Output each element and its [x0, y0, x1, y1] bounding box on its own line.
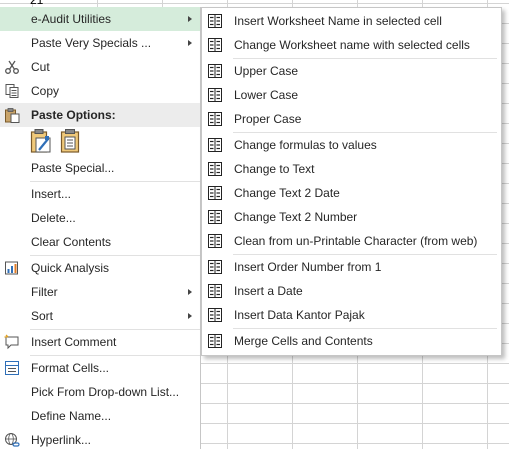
submenu-item-merge-cells-and-contents[interactable]: Merge Cells and Contents [202, 329, 501, 353]
menu-item-label: Filter [31, 285, 58, 299]
chevron-right-icon [188, 16, 192, 22]
submenu-item-label: Change formulas to values [234, 138, 377, 152]
submenu-item-change-formulas-to-values[interactable]: Change formulas to values [202, 133, 501, 157]
menu-item-label: Cut [31, 60, 50, 74]
menu-item-label: Quick Analysis [31, 261, 110, 275]
menu-item-label: Insert... [31, 187, 72, 201]
menu-item-copy[interactable]: Copy [0, 79, 200, 103]
submenu-item-label: Change Worksheet name with selected cell… [234, 38, 470, 52]
submenu-item-label: Change to Text [234, 162, 315, 176]
submenu-item-label: Change Text 2 Date [234, 186, 340, 200]
submenu-item-insert-worksheet-name-in-selected-cell[interactable]: Insert Worksheet Name in selected cell [202, 9, 501, 33]
menu-item-label: Paste Options: [31, 108, 116, 122]
macro-grid-icon [208, 112, 222, 126]
copy-icon [5, 84, 19, 98]
macro-grid-icon [208, 162, 222, 176]
clipboard-icon [5, 108, 20, 123]
menu-item-label: Paste Very Specials ... [31, 36, 152, 50]
submenu-item-label: Insert a Date [234, 284, 303, 298]
submenu-item-label: Change Text 2 Number [234, 210, 358, 224]
menu-item-e-audit-utilities[interactable]: e-Audit Utilities [0, 7, 200, 31]
menu-item-pick-from-dropdown[interactable]: Pick From Drop-down List... [0, 380, 200, 404]
macro-grid-icon [208, 260, 222, 274]
submenu-item-label: Lower Case [234, 88, 299, 102]
submenu-item-label: Insert Order Number from 1 [234, 260, 382, 274]
submenu-separator [233, 58, 497, 59]
menu-item-label: Delete... [31, 211, 76, 225]
chevron-right-icon [188, 313, 192, 319]
menu-item-format-cells[interactable]: Format Cells... [0, 356, 200, 380]
menu-item-paste-very-specials[interactable]: Paste Very Specials ... [0, 31, 200, 55]
menu-item-cut[interactable]: Cut [0, 55, 200, 79]
macro-grid-icon [208, 308, 222, 322]
submenu-item-change-worksheet-name-with-selected-cells[interactable]: Change Worksheet name with selected cell… [202, 33, 501, 57]
menu-item-quick-analysis[interactable]: Quick Analysis [0, 256, 200, 280]
cell-value: 21 [30, 0, 44, 7]
macro-grid-icon [208, 14, 222, 28]
menu-item-label: Format Cells... [31, 361, 110, 375]
submenu-item-insert-data-kantor-pajak[interactable]: Insert Data Kantor Pajak [202, 303, 501, 327]
submenu-separator [233, 328, 497, 329]
quick-analysis-icon [5, 261, 18, 275]
menu-item-label: e-Audit Utilities [31, 12, 112, 26]
menu-item-label: Insert Comment [31, 335, 117, 349]
submenu-item-upper-case[interactable]: Upper Case [202, 59, 501, 83]
macro-grid-icon [208, 138, 222, 152]
menu-item-label: Sort [31, 309, 54, 323]
submenu-item-insert-a-date[interactable]: Insert a Date [202, 279, 501, 303]
submenu-item-change-text-2-number[interactable]: Change Text 2 Number [202, 205, 501, 229]
menu-item-define-name[interactable]: Define Name... [0, 404, 200, 428]
macro-grid-icon [208, 64, 222, 78]
scissors-icon [5, 60, 19, 74]
menu-item-insert[interactable]: Insert... [0, 182, 200, 206]
context-menu: e-Audit Utilities Paste Very Specials ..… [0, 7, 201, 449]
submenu-item-insert-order-number-from-1[interactable]: Insert Order Number from 1 [202, 255, 501, 279]
macro-grid-icon [208, 284, 222, 298]
macro-grid-icon [208, 186, 222, 200]
menu-item-label: Clear Contents [31, 235, 112, 249]
menu-item-label: Define Name... [31, 409, 112, 423]
menu-item-label: Pick From Drop-down List... [31, 385, 180, 399]
submenu-item-label: Insert Worksheet Name in selected cell [234, 14, 442, 28]
submenu-item-change-to-text[interactable]: Change to Text [202, 157, 501, 181]
menu-item-label: Hyperlink... [31, 433, 92, 447]
submenu-item-label: Upper Case [234, 64, 299, 78]
submenu-item-proper-case[interactable]: Proper Case [202, 107, 501, 131]
submenu-item-label: Proper Case [234, 112, 302, 126]
menu-item-label: Copy [31, 84, 60, 98]
submenu-item-lower-case[interactable]: Lower Case [202, 83, 501, 107]
excel-window: 21 e-Audit Utilities Paste Very Specials… [0, 0, 509, 449]
macro-grid-icon [208, 234, 222, 248]
menu-item-paste-special[interactable]: Paste Special... [0, 156, 200, 180]
chevron-right-icon [188, 289, 192, 295]
submenu-separator [233, 254, 497, 255]
submenu-separator [233, 132, 497, 133]
menu-item-delete[interactable]: Delete... [0, 206, 200, 230]
macro-grid-icon [208, 38, 222, 52]
submenu-item-label: Clean from un-Printable Character (from … [234, 234, 478, 248]
paste-icon[interactable] [60, 128, 82, 154]
paste-options-header: Paste Options: [0, 103, 200, 127]
menu-item-label: Paste Special... [31, 161, 115, 175]
e-audit-submenu: Insert Worksheet Name in selected cell Ch… [201, 7, 502, 356]
submenu-item-change-text-2-date[interactable]: Change Text 2 Date [202, 181, 501, 205]
submenu-item-label: Insert Data Kantor Pajak [234, 308, 365, 322]
submenu-item-clean-from-un-printable-character-from-web[interactable]: Clean from un-Printable Character (from … [202, 229, 501, 253]
comment-icon [4, 334, 19, 350]
paste-formatting-icon[interactable] [30, 128, 52, 154]
paste-options-group [30, 128, 90, 156]
chevron-right-icon [188, 40, 192, 46]
menu-item-insert-comment[interactable]: Insert Comment [0, 330, 200, 354]
macro-grid-icon [208, 334, 222, 348]
format-cells-icon [5, 361, 19, 375]
macro-grid-icon [208, 88, 222, 102]
menu-item-hyperlink[interactable]: Hyperlink... [0, 428, 200, 449]
menu-item-filter[interactable]: Filter [0, 280, 200, 304]
menu-item-clear-contents[interactable]: Clear Contents [0, 230, 200, 254]
hyperlink-icon [5, 433, 20, 447]
submenu-item-label: Merge Cells and Contents [234, 334, 373, 348]
macro-grid-icon [208, 210, 222, 224]
menu-item-sort[interactable]: Sort [0, 304, 200, 328]
